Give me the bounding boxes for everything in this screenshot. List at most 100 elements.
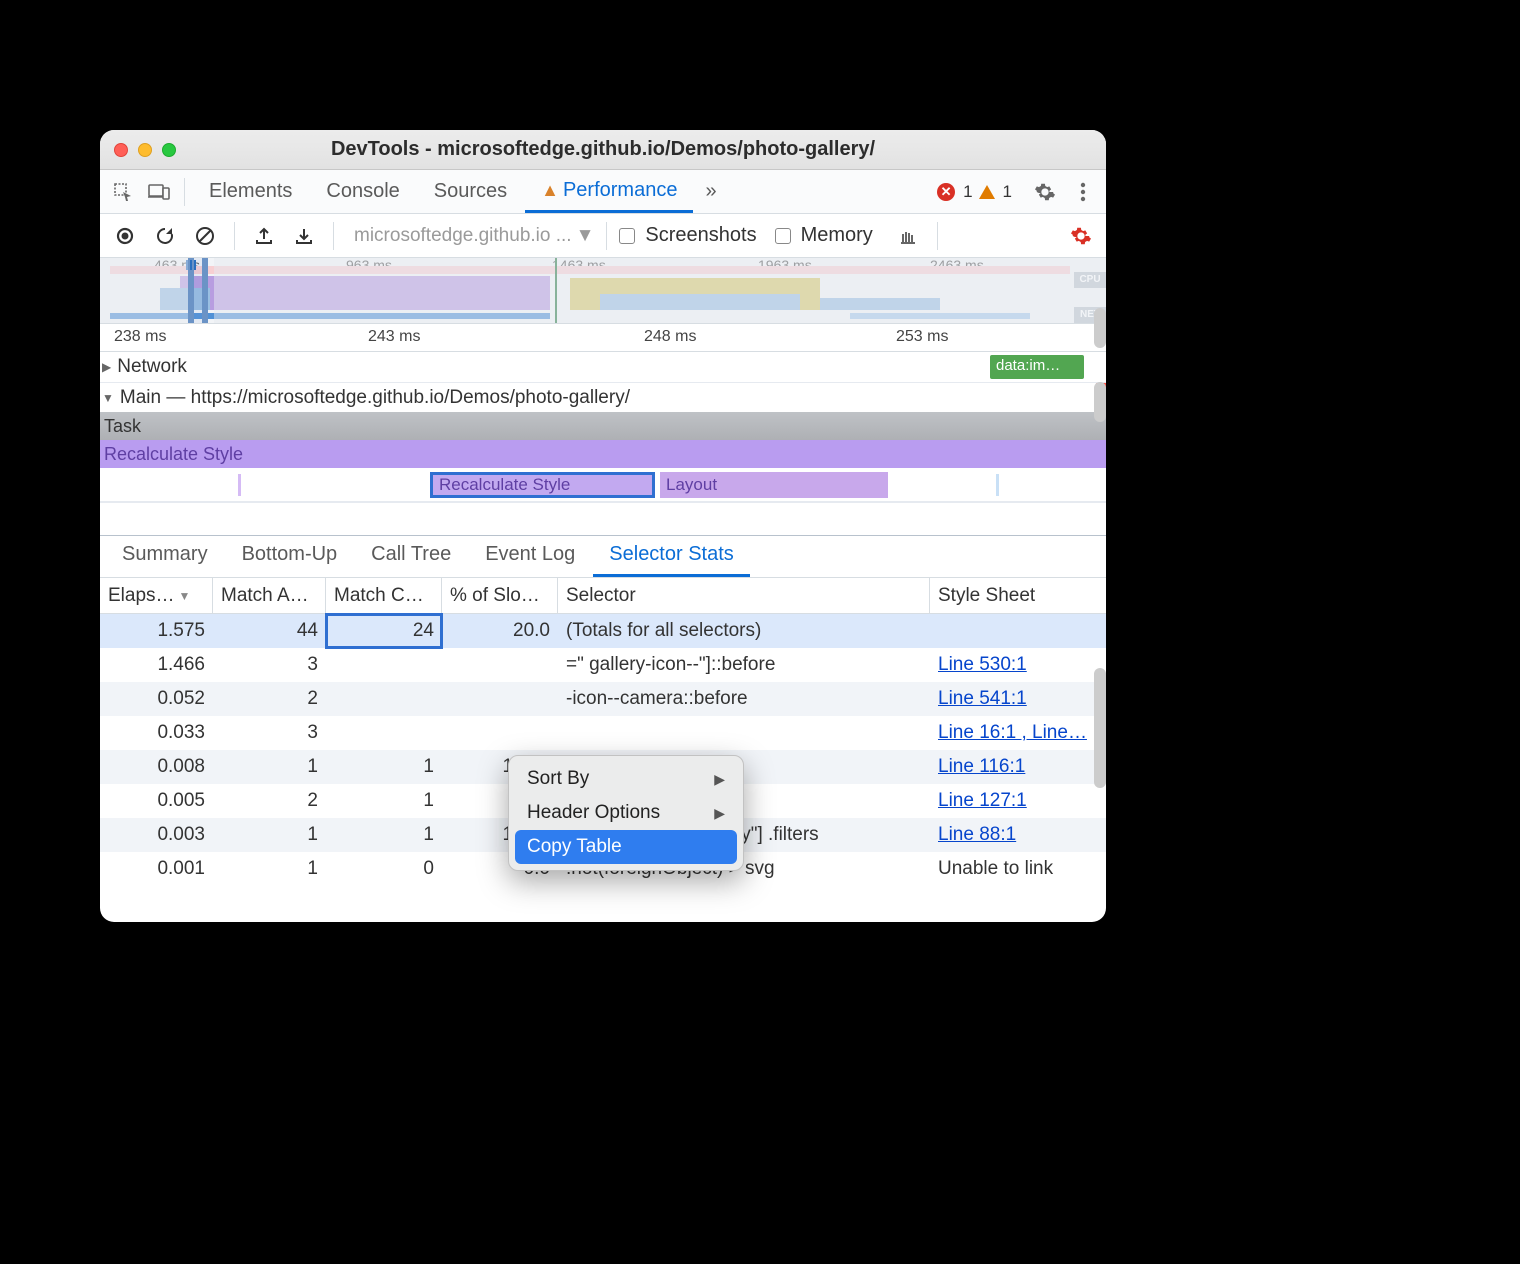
- cell-elapsed: 0.033: [100, 716, 213, 750]
- device-toolbar-icon[interactable]: [142, 175, 176, 209]
- record-button[interactable]: [108, 219, 142, 253]
- network-event[interactable]: data:im…: [990, 355, 1084, 379]
- cell-selector: -icon--camera::before: [558, 682, 930, 716]
- cell-match-count: [326, 648, 442, 682]
- screenshots-checkbox[interactable]: [619, 228, 635, 244]
- context-menu: Sort By ▶ Header Options ▶ Copy Table: [508, 755, 744, 871]
- memory-checkbox[interactable]: [775, 228, 791, 244]
- tab-selector-stats[interactable]: Selector Stats: [593, 535, 750, 577]
- ctx-sort-by[interactable]: Sort By ▶: [515, 762, 737, 796]
- reload-record-button[interactable]: [148, 219, 182, 253]
- chevron-down-icon: ▼: [576, 225, 595, 247]
- selector-stats-header: Elaps…▼ Match A… Match C… % of Slo… Sele…: [100, 578, 1106, 614]
- flamechart-tracks[interactable]: ▶ Network data:im… ▼ Main — https://micr…: [100, 352, 1106, 536]
- table-row[interactable]: 1.4663 =" gallery-icon--"]::beforeLine 53…: [100, 648, 1106, 682]
- chevron-right-icon: ▶: [714, 771, 725, 788]
- main-track-header[interactable]: ▼ Main — https://microsoftedge.github.io…: [100, 382, 1106, 412]
- expand-icon: ▶: [102, 360, 111, 374]
- kebab-menu-icon[interactable]: [1066, 175, 1100, 209]
- collect-garbage-icon[interactable]: [891, 219, 925, 253]
- cell-pct-slow: [442, 682, 558, 716]
- tab-summary[interactable]: Summary: [106, 535, 224, 577]
- cell-stylesheet[interactable]: Line 88:1: [930, 818, 1106, 852]
- cell-selector: =" gallery-icon--"]::before: [558, 648, 930, 682]
- cell-stylesheet[interactable]: Line 127:1: [930, 784, 1106, 818]
- timeline-overview[interactable]: 463 ms 963 ms 1463 ms 1963 ms 2463 ms CP…: [100, 258, 1106, 324]
- cell-elapsed: 0.008: [100, 750, 213, 784]
- cell-match-count: 24: [326, 614, 442, 648]
- cell-match-count: [326, 716, 442, 750]
- cell-match-attempts: 2: [213, 784, 326, 818]
- cell-match-attempts: 1: [213, 818, 326, 852]
- scrollbar[interactable]: [1094, 382, 1106, 422]
- recalculate-style-bar[interactable]: Recalculate Style: [100, 440, 1106, 468]
- error-count-icon[interactable]: ✕: [937, 183, 955, 201]
- col-elapsed[interactable]: Elaps…▼: [100, 578, 213, 613]
- network-track-header[interactable]: ▶ Network data:im…: [100, 352, 1106, 382]
- cell-stylesheet[interactable]: Line 541:1: [930, 682, 1106, 716]
- col-selector[interactable]: Selector: [558, 578, 930, 613]
- ruler-tick: 243 ms: [368, 328, 420, 346]
- tab-bottom-up[interactable]: Bottom-Up: [226, 535, 354, 577]
- cell-match-count: 1: [326, 750, 442, 784]
- flamechart-ruler[interactable]: 238 ms 243 ms 248 ms 253 ms: [100, 324, 1106, 352]
- cell-elapsed: 0.001: [100, 852, 213, 886]
- tab-sources[interactable]: Sources: [418, 170, 523, 213]
- cell-elapsed: 1.466: [100, 648, 213, 682]
- scrollbar[interactable]: [1094, 668, 1106, 788]
- ctx-header-options[interactable]: Header Options ▶: [515, 796, 737, 830]
- layout-bar[interactable]: Layout: [660, 472, 888, 498]
- cell-pct-slow: [442, 716, 558, 750]
- download-profile-button[interactable]: [287, 219, 321, 253]
- inspect-element-icon[interactable]: [106, 175, 140, 209]
- clear-button[interactable]: [188, 219, 222, 253]
- recalculate-style-bar-selected[interactable]: Recalculate Style: [430, 472, 655, 498]
- col-stylesheet[interactable]: Style Sheet: [930, 578, 1106, 613]
- cell-pct-slow: 20.0: [442, 614, 558, 648]
- col-match-attempts[interactable]: Match A…: [213, 578, 326, 613]
- devtools-window: DevTools - microsoftedge.github.io/Demos…: [100, 130, 1106, 922]
- cell-stylesheet[interactable]: Line 16:1 , Line…: [930, 716, 1106, 750]
- performance-toolbar: microsoftedge.github.io ... ▼ Screenshot…: [100, 214, 1106, 258]
- task-bar[interactable]: Task: [100, 412, 1106, 440]
- table-row[interactable]: 0.0522-icon--camera::beforeLine 541:1: [100, 682, 1106, 716]
- network-label: Network: [117, 356, 187, 378]
- tab-event-log[interactable]: Event Log: [469, 535, 591, 577]
- overview-viewport[interactable]: [188, 258, 208, 323]
- tab-elements[interactable]: Elements: [193, 170, 308, 213]
- ctx-copy-table[interactable]: Copy Table: [515, 830, 737, 864]
- upload-profile-button[interactable]: [247, 219, 281, 253]
- tab-performance[interactable]: ▲ Performance: [525, 170, 693, 213]
- cell-stylesheet[interactable]: Line 530:1: [930, 648, 1106, 682]
- collapse-icon: ▼: [102, 391, 114, 405]
- cell-match-attempts: 1: [213, 852, 326, 886]
- scrollbar[interactable]: [1094, 308, 1106, 348]
- chevron-right-icon: ▶: [714, 805, 725, 822]
- main-tab-strip: Elements Console Sources ▲ Performance »…: [100, 170, 1106, 214]
- profile-url-dropdown[interactable]: microsoftedge.github.io ... ▼: [354, 225, 594, 247]
- settings-icon[interactable]: [1028, 175, 1062, 209]
- warning-count-icon[interactable]: [979, 185, 995, 199]
- ruler-tick: 253 ms: [896, 328, 948, 346]
- cell-pct-slow: [442, 648, 558, 682]
- cell-stylesheet: Unable to link: [930, 852, 1106, 886]
- profile-url-label: microsoftedge.github.io ...: [354, 225, 572, 247]
- cell-match-count: [326, 682, 442, 716]
- cell-stylesheet[interactable]: Line 116:1: [930, 750, 1106, 784]
- tab-call-tree[interactable]: Call Tree: [355, 535, 467, 577]
- table-row[interactable]: 0.0333 Line 16:1 , Line…: [100, 716, 1106, 750]
- error-count: 1: [963, 182, 972, 202]
- more-tabs-button[interactable]: »: [695, 170, 726, 213]
- ruler-tick: 238 ms: [114, 328, 166, 346]
- col-pct-slow[interactable]: % of Slo…: [442, 578, 558, 613]
- tab-console[interactable]: Console: [310, 170, 415, 213]
- cell-match-attempts: 3: [213, 716, 326, 750]
- cell-stylesheet: [930, 614, 1106, 648]
- capture-settings-icon[interactable]: [1064, 219, 1098, 253]
- cell-match-attempts: 3: [213, 648, 326, 682]
- col-match-count[interactable]: Match C…: [326, 578, 442, 613]
- cell-match-attempts: 44: [213, 614, 326, 648]
- window-title: DevTools - microsoftedge.github.io/Demos…: [100, 138, 1106, 161]
- memory-label: Memory: [801, 224, 873, 247]
- table-row[interactable]: 1.575442420.0(Totals for all selectors): [100, 614, 1106, 648]
